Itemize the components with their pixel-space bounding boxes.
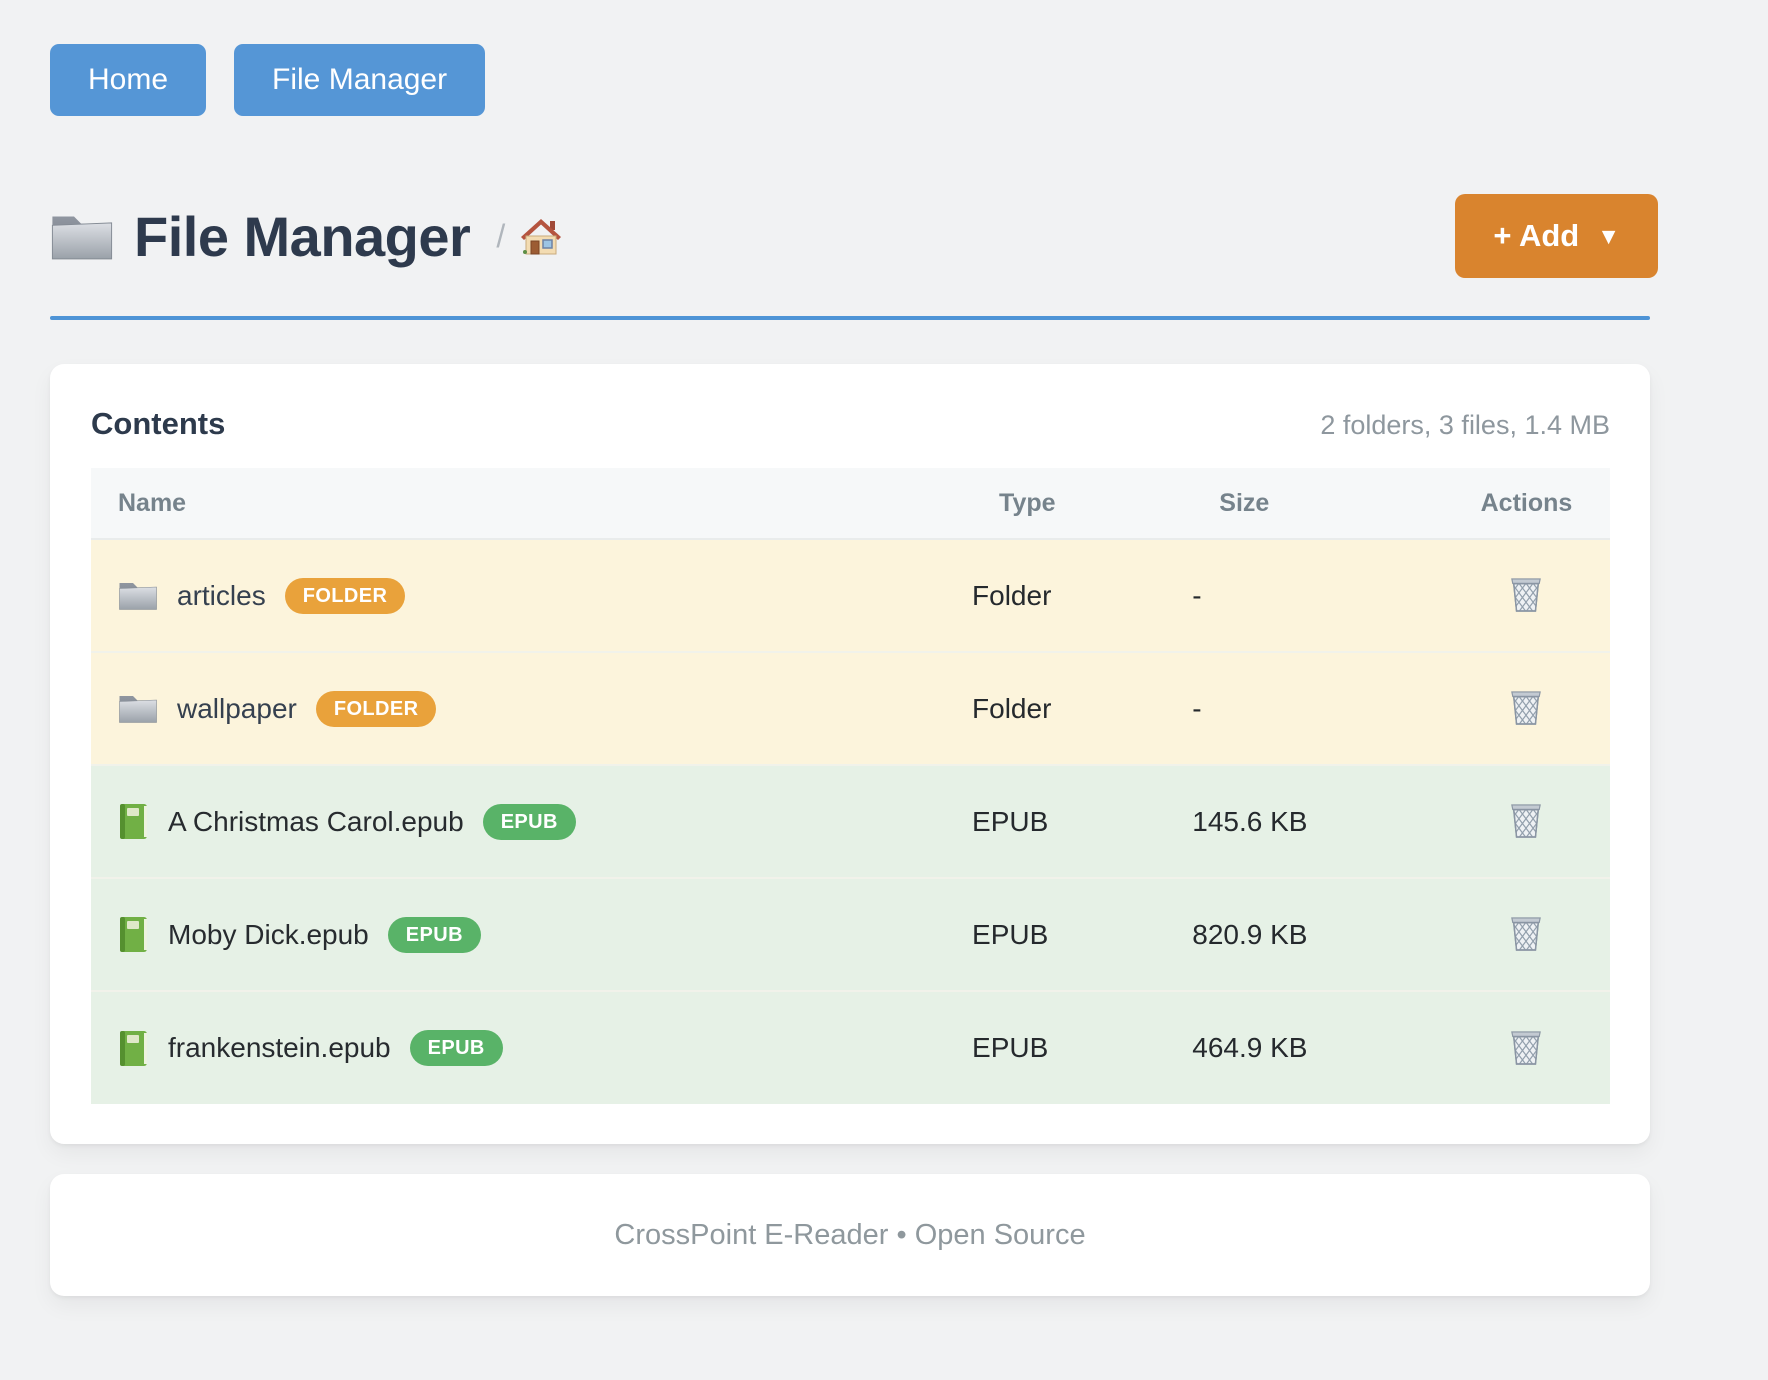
type-cell: Folder xyxy=(972,652,1192,765)
delete-button[interactable] xyxy=(1505,684,1547,733)
size-cell: - xyxy=(1192,652,1443,765)
footer-card: CrossPoint E-Reader • Open Source xyxy=(50,1174,1650,1296)
epub-badge: EPUB xyxy=(410,1030,503,1066)
file-link[interactable]: Moby Dick.epub xyxy=(168,919,369,951)
type-cell: EPUB xyxy=(972,765,1192,878)
size-cell: 820.9 KB xyxy=(1192,878,1443,991)
size-cell: - xyxy=(1192,539,1443,652)
column-header-actions: Actions xyxy=(1443,468,1610,539)
folder-badge: FOLDER xyxy=(316,691,437,727)
wastebasket-icon xyxy=(1509,575,1543,613)
column-header-name: Name xyxy=(91,468,972,539)
table-header-row: Name Type Size Actions xyxy=(91,468,1610,539)
page: Home File Manager File Manager / xyxy=(0,0,1700,1296)
column-header-type: Type xyxy=(972,468,1192,539)
table-row-wallpaper: wallpaper FOLDER Folder - xyxy=(91,652,1610,765)
contents-card-header: Contents 2 folders, 3 files, 1.4 MB xyxy=(91,406,1610,442)
house-icon[interactable] xyxy=(519,216,563,256)
delete-button[interactable] xyxy=(1505,571,1547,620)
add-button[interactable]: + Add ▼ xyxy=(1455,194,1658,278)
delete-button[interactable] xyxy=(1505,797,1547,846)
accent-divider xyxy=(50,316,1650,320)
folder-badge: FOLDER xyxy=(285,578,406,614)
wastebasket-icon xyxy=(1509,914,1543,952)
green-book-icon xyxy=(118,916,149,953)
page-title: File Manager xyxy=(134,204,470,269)
table-row-moby-dick: Moby Dick.epub EPUB EPUB 820.9 KB xyxy=(91,878,1610,991)
breadcrumb: / xyxy=(496,216,563,256)
green-book-icon xyxy=(118,803,149,840)
nav-file-manager-button[interactable]: File Manager xyxy=(234,44,485,116)
title-wrap: File Manager xyxy=(50,204,470,269)
folder-icon xyxy=(118,692,158,725)
wastebasket-icon xyxy=(1509,801,1543,839)
folder-link[interactable]: articles xyxy=(177,580,266,612)
file-link[interactable]: frankenstein.epub xyxy=(168,1032,391,1064)
contents-summary: 2 folders, 3 files, 1.4 MB xyxy=(1320,410,1610,441)
delete-button[interactable] xyxy=(1505,910,1547,959)
file-link[interactable]: A Christmas Carol.epub xyxy=(168,806,464,838)
folder-icon xyxy=(50,210,114,263)
epub-badge: EPUB xyxy=(388,917,481,953)
top-nav: Home File Manager xyxy=(50,44,1700,116)
wastebasket-icon xyxy=(1509,1028,1543,1066)
caret-down-icon: ▼ xyxy=(1597,223,1620,250)
epub-badge: EPUB xyxy=(483,804,576,840)
add-button-label: + Add xyxy=(1493,218,1579,254)
delete-button[interactable] xyxy=(1505,1024,1547,1073)
table-row-articles: articles FOLDER Folder - xyxy=(91,539,1610,652)
table-body: articles FOLDER Folder - xyxy=(91,539,1610,1104)
table-row-christmas-carol: A Christmas Carol.epub EPUB EPUB 145.6 K… xyxy=(91,765,1610,878)
breadcrumb-separator: / xyxy=(496,218,505,255)
green-book-icon xyxy=(118,1030,149,1067)
folder-link[interactable]: wallpaper xyxy=(177,693,297,725)
column-header-size: Size xyxy=(1192,468,1443,539)
nav-home-button[interactable]: Home xyxy=(50,44,206,116)
contents-title: Contents xyxy=(91,406,225,442)
file-table: Name Type Size Actions articles FOLDER xyxy=(91,468,1610,1104)
table-row-frankenstein: frankenstein.epub EPUB EPUB 464.9 KB xyxy=(91,991,1610,1104)
type-cell: Folder xyxy=(972,539,1192,652)
folder-icon xyxy=(118,579,158,612)
page-header: File Manager / + Add ▼ xyxy=(50,194,1658,278)
type-cell: EPUB xyxy=(972,878,1192,991)
footer-text: CrossPoint E-Reader • Open Source xyxy=(614,1219,1085,1252)
size-cell: 145.6 KB xyxy=(1192,765,1443,878)
wastebasket-icon xyxy=(1509,688,1543,726)
contents-card: Contents 2 folders, 3 files, 1.4 MB Name… xyxy=(50,364,1650,1144)
size-cell: 464.9 KB xyxy=(1192,991,1443,1104)
type-cell: EPUB xyxy=(972,991,1192,1104)
